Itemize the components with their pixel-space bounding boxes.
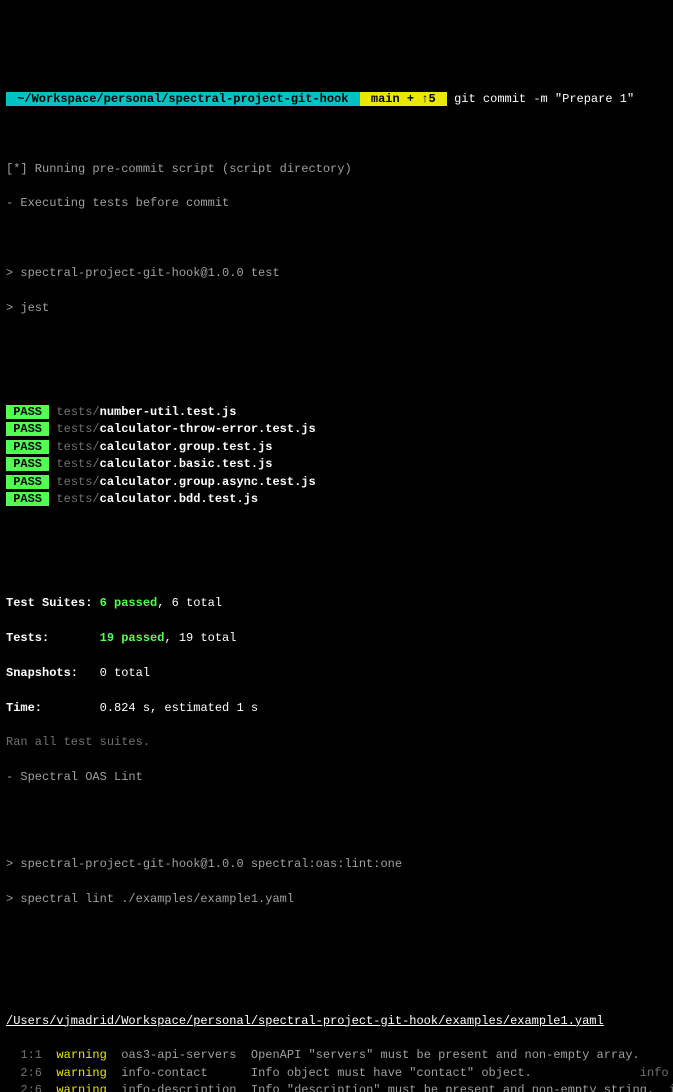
npm-test-jest: > jest <box>6 300 667 317</box>
spectral-run-1: > spectral-project-git-hook@1.0.0 spectr… <box>6 856 667 873</box>
lint-row: 2:6 warning info-contact Info object mus… <box>6 1065 667 1082</box>
spectral-header: - Spectral OAS Lint <box>6 769 667 786</box>
prompt-branch: main + ↑5 <box>360 92 447 106</box>
test-pass-row: PASS tests/calculator.bdd.test.js <box>6 491 667 508</box>
lint-file-path: /Users/vjmadrid/Workspace/personal/spect… <box>6 1013 667 1030</box>
spectral-run-2: > spectral lint ./examples/example1.yaml <box>6 891 667 908</box>
test-pass-row: PASS tests/calculator.basic.test.js <box>6 456 667 473</box>
prompt-cwd: ~/Workspace/personal/spectral-project-gi… <box>6 92 360 106</box>
lint-row: 2:6 warning info-description Info "descr… <box>6 1082 667 1092</box>
precommit-line-1: [*] Running pre-commit script (script di… <box>6 161 667 178</box>
npm-test-header: > spectral-project-git-hook@1.0.0 test <box>6 265 667 282</box>
lint-warnings-list: 1:1 warning oas3-api-servers OpenAPI "se… <box>6 1047 667 1092</box>
summary-tests: Tests: 19 passed, 19 total <box>6 630 667 647</box>
test-pass-row: PASS tests/calculator.group.test.js <box>6 439 667 456</box>
prompt-line-1[interactable]: ~/Workspace/personal/spectral-project-gi… <box>6 91 667 108</box>
summary-snapshots: Snapshots: 0 total <box>6 665 667 682</box>
summary-time: Time: 0.824 s, estimated 1 s <box>6 700 667 717</box>
precommit-line-2: - Executing tests before commit <box>6 195 667 212</box>
test-pass-row: PASS tests/number-util.test.js <box>6 404 667 421</box>
summary-ran: Ran all test suites. <box>6 734 667 751</box>
test-pass-row: PASS tests/calculator.group.async.test.j… <box>6 474 667 491</box>
prompt-command: git commit -m "Prepare 1" <box>454 92 634 106</box>
test-pass-list: PASS tests/number-util.test.js PASS test… <box>6 404 667 508</box>
test-pass-row: PASS tests/calculator-throw-error.test.j… <box>6 421 667 438</box>
summary-suites: Test Suites: 6 passed, 6 total <box>6 595 667 612</box>
lint-row: 1:1 warning oas3-api-servers OpenAPI "se… <box>6 1047 667 1064</box>
